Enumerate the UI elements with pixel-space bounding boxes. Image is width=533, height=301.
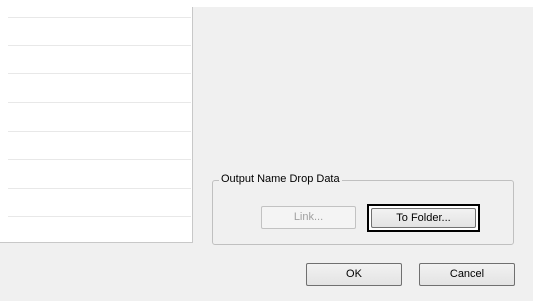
item-list[interactable] <box>0 7 193 243</box>
link-button[interactable]: Link... <box>261 206 356 229</box>
dialog-window: Output Name Drop Data Link... To Folder.… <box>0 0 533 301</box>
list-row-divider <box>8 216 191 217</box>
list-row-divider <box>8 102 191 103</box>
ok-button[interactable]: OK <box>306 263 402 286</box>
group-title: Output Name Drop Data <box>219 173 342 186</box>
cancel-button[interactable]: Cancel <box>419 263 515 286</box>
list-row-divider <box>8 159 191 160</box>
list-row-divider <box>8 73 191 74</box>
to-folder-button[interactable]: To Folder... <box>367 204 480 232</box>
list-row-divider <box>8 17 191 18</box>
to-folder-button-label: To Folder... <box>371 208 476 228</box>
list-row-divider <box>8 131 191 132</box>
list-row-divider <box>8 188 191 189</box>
list-row-divider <box>8 45 191 46</box>
